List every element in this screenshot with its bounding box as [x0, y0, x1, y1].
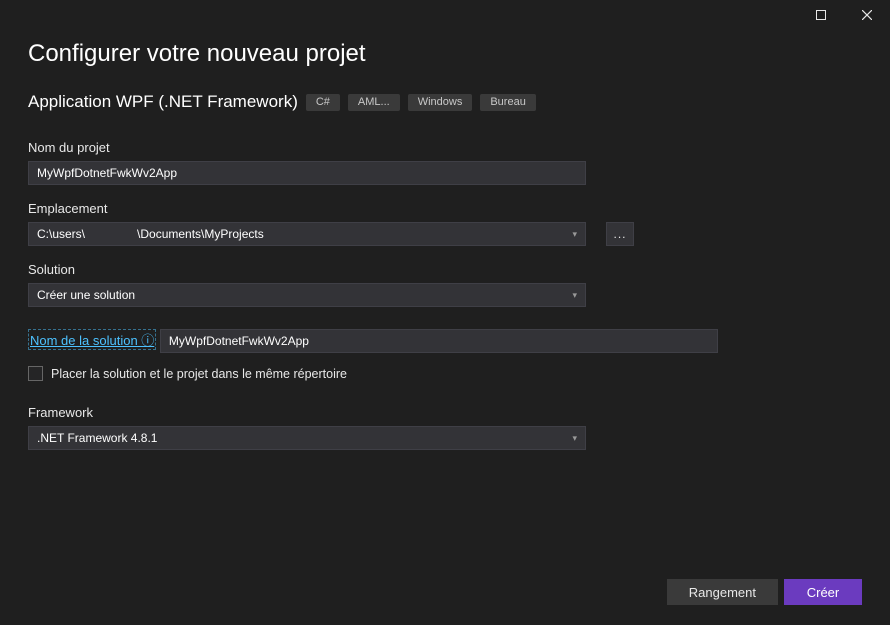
project-name-group: Nom du projet — [28, 140, 862, 185]
framework-selected: .NET Framework 4.8.1 — [37, 431, 157, 445]
titlebar — [798, 0, 890, 30]
solution-name-input[interactable] — [160, 329, 718, 353]
back-label: Rangement — [689, 585, 756, 600]
dialog-content: Configurer votre nouveau projet Applicat… — [0, 0, 890, 450]
browse-label: ... — [613, 227, 626, 241]
same-dir-row: Placer la solution et le projet dans le … — [28, 366, 862, 381]
location-dropdown[interactable]: C:\users\ \Documents\MyProjects ▾ — [28, 222, 586, 246]
tag-platform: Windows — [408, 94, 473, 111]
tag-xaml: AML... — [348, 94, 400, 111]
solution-name-group: Nom de la solution ⓘ Placer la solution … — [28, 323, 862, 381]
browse-button[interactable]: ... — [606, 222, 634, 246]
close-button[interactable] — [844, 0, 890, 30]
tag-language: C# — [306, 94, 340, 111]
close-icon — [862, 10, 872, 20]
chevron-down-icon: ▾ — [572, 290, 577, 301]
chevron-down-icon: ▾ — [572, 229, 577, 240]
template-name: Application WPF (.NET Framework) — [28, 92, 298, 112]
solution-group: Solution Créer une solution ▾ — [28, 262, 862, 307]
tag-type: Bureau — [480, 94, 535, 111]
framework-group: Framework .NET Framework 4.8.1 ▾ — [28, 405, 862, 450]
dialog-footer: Rangement Créer — [667, 579, 862, 605]
project-name-input[interactable] — [28, 161, 586, 185]
same-dir-label: Placer la solution et le projet dans le … — [51, 367, 347, 381]
create-label: Créer — [807, 585, 840, 600]
solution-selected: Créer une solution — [37, 288, 135, 302]
framework-dropdown[interactable]: .NET Framework 4.8.1 ▾ — [28, 426, 586, 450]
page-title: Configurer votre nouveau projet — [28, 40, 862, 68]
back-button[interactable]: Rangement — [667, 579, 778, 605]
framework-label: Framework — [28, 405, 862, 420]
location-value-part1: C:\users\ — [37, 227, 85, 241]
solution-name-label[interactable]: Nom de la solution ⓘ — [28, 329, 156, 350]
location-label: Emplacement — [28, 201, 862, 216]
solution-label: Solution — [28, 262, 862, 277]
maximize-icon — [816, 10, 826, 20]
same-dir-checkbox[interactable] — [28, 366, 43, 381]
create-button[interactable]: Créer — [784, 579, 862, 605]
solution-dropdown[interactable]: Créer une solution ▾ — [28, 283, 586, 307]
template-row: Application WPF (.NET Framework) C# AML.… — [28, 92, 862, 112]
chevron-down-icon: ▾ — [572, 433, 577, 444]
location-group: Emplacement C:\users\ \Documents\MyProje… — [28, 201, 862, 246]
project-name-label: Nom du projet — [28, 140, 862, 155]
location-value-part2: \Documents\MyProjects — [137, 227, 264, 241]
maximize-button[interactable] — [798, 0, 844, 30]
